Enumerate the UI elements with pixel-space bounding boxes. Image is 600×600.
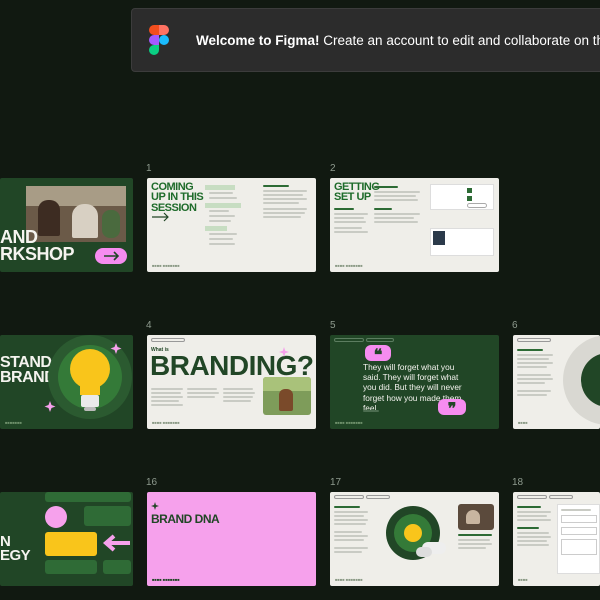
slide-understand-brand[interactable]: STAND BRAND ■■■■■■■ (0, 335, 133, 429)
slide-footer: ■■■■■■■ (5, 420, 22, 425)
slide-6[interactable]: ■■■■ (513, 335, 600, 429)
slide-number: 2 (330, 163, 336, 174)
slide-quote[interactable]: ❝ They will forget what you said. They w… (330, 335, 499, 429)
lightbulb-icon (44, 335, 132, 419)
slide-title-line2: RKSHOP (0, 244, 75, 264)
figma-logo-icon (149, 25, 169, 55)
slide-number: 18 (512, 477, 524, 488)
quote-open-icon: ❝ (365, 345, 391, 364)
slide-17[interactable]: ■■■■ ■■■■■■■ (330, 492, 499, 586)
form-panel (557, 504, 600, 574)
photo-people (26, 186, 126, 242)
welcome-banner: Welcome to Figma! Create an account to e… (131, 8, 600, 72)
screenshot-panel (430, 184, 494, 210)
arrow-left-icon (102, 534, 130, 552)
slide-number: 6 (512, 320, 518, 331)
slide-footer: ■■■■ ■■■■■■■ (152, 263, 180, 268)
slide-brand-dna[interactable]: BRAND DNA ■■■■ ■■■■■■■ (147, 492, 316, 586)
slide-title: COMING UP IN THIS SESSION (151, 181, 204, 214)
slide-footer: ■■■■ ■■■■■■■ (335, 420, 363, 425)
slide-title: GETTING SET UP (334, 181, 380, 204)
slide-title-line2: EGY (0, 547, 31, 564)
desk-photo (458, 504, 494, 530)
slide-what-is-branding[interactable]: What is BRANDING? ■■■■ ■■■■■■■ (147, 335, 316, 429)
slide-footer: ■■■■ (518, 577, 528, 582)
slide-number: 5 (330, 320, 336, 331)
slide-title: BRAND DNA (151, 512, 220, 526)
sparkle-icon (151, 502, 159, 510)
slide-number: 4 (146, 320, 152, 331)
banner-body-text[interactable]: Create an account to edit and collaborat… (320, 33, 600, 48)
slide-number: 1 (146, 163, 152, 174)
slide-footer: ■■■■ ■■■■■■■ (335, 577, 363, 582)
screenshot-panel (430, 228, 494, 256)
slide-number: 16 (146, 477, 158, 488)
banner-bold-text: Welcome to Figma! (196, 33, 320, 48)
slide-footer: ■■■■ (518, 420, 528, 425)
arrow-right-icon (104, 251, 120, 261)
quote-close-icon: ❞ (438, 399, 466, 418)
slide-strategy[interactable]: N EGY (0, 492, 133, 586)
arrow-button (95, 248, 127, 264)
slide-footer: ■■■■ ■■■■■■■ (335, 263, 363, 268)
banner-message: Welcome to Figma! Create an account to e… (196, 33, 600, 48)
slide-number: 17 (330, 477, 342, 488)
slide-workshop-cover[interactable]: AND RKSHOP (0, 178, 133, 272)
slide-footer: ■■■■ ■■■■■■■ (152, 420, 180, 425)
sparkle-icon (279, 347, 289, 357)
slide-getting-set-up[interactable]: GETTING SET UP ■■■■ ■■■■■■■ (330, 178, 499, 272)
cow-photo (263, 377, 311, 415)
slide-coming-up[interactable]: COMING UP IN THIS SESSION ■■■■ ■■■■■■■ (147, 178, 316, 272)
arrow-right-icon (152, 212, 169, 222)
slide-footer: ■■■■ ■■■■■■■ (152, 577, 180, 582)
slide-18[interactable]: ■■■■ (513, 492, 600, 586)
